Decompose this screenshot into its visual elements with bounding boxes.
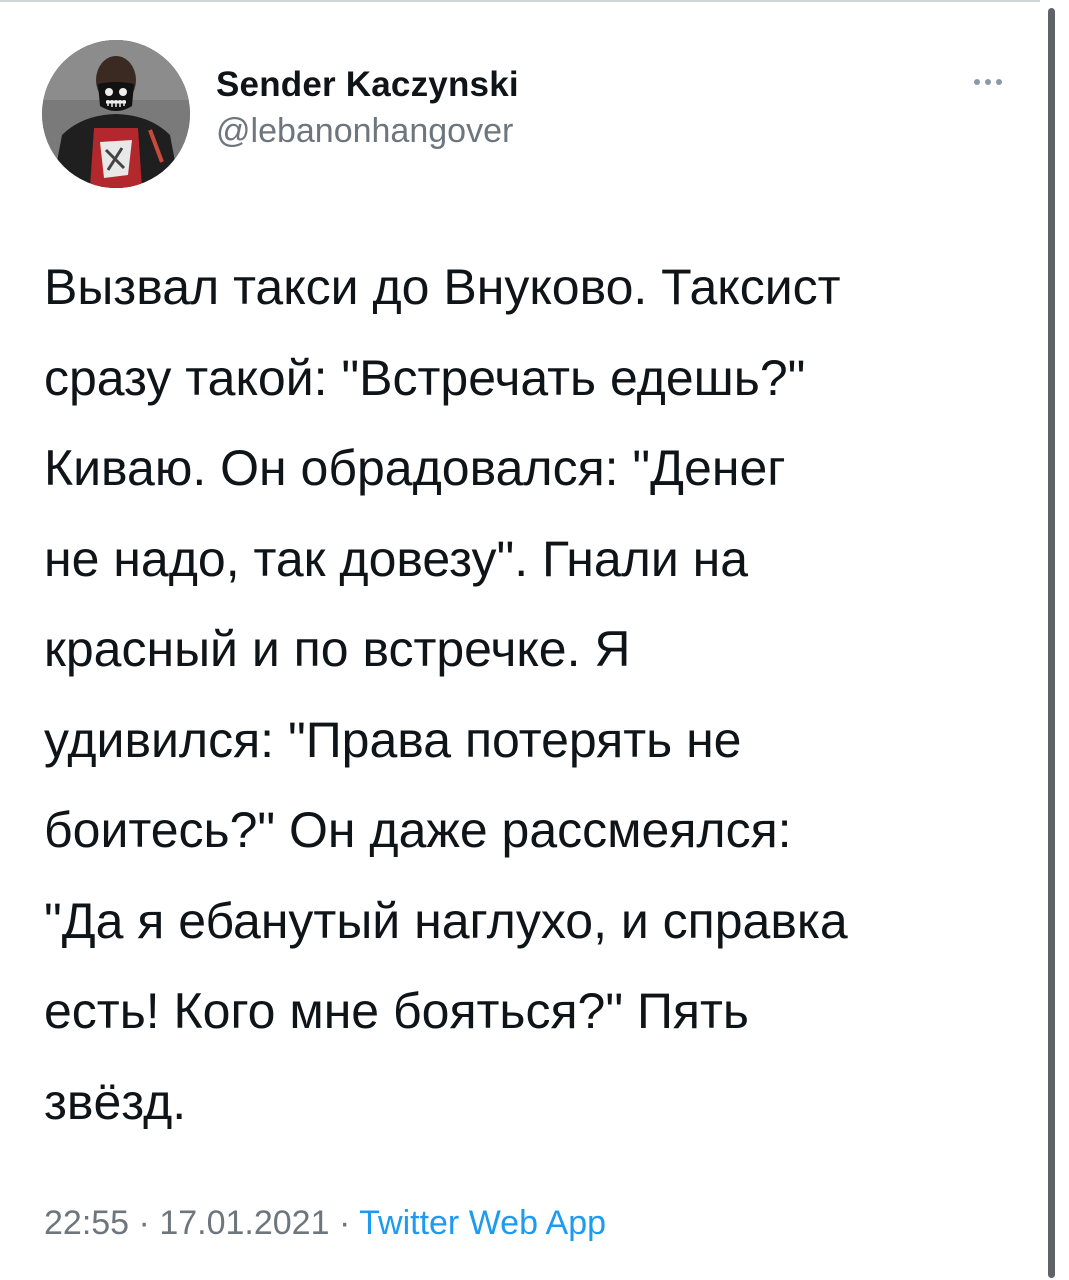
user-handle[interactable]: @lebanonhangover bbox=[216, 110, 519, 152]
more-horizontal-icon bbox=[985, 79, 991, 85]
avatar[interactable] bbox=[42, 40, 190, 188]
scrollbar[interactable] bbox=[1048, 8, 1055, 1278]
meta-separator: · bbox=[138, 1204, 150, 1242]
avatar-image bbox=[42, 40, 190, 188]
more-options-button[interactable] bbox=[964, 72, 1012, 92]
more-horizontal-icon bbox=[996, 79, 1002, 85]
top-divider bbox=[0, 0, 1040, 2]
tweet-text: Вызвал такси до Внуково. Таксист сразу т… bbox=[44, 259, 848, 1130]
display-name[interactable]: Sender Kaczynski bbox=[216, 60, 519, 110]
meta-separator: · bbox=[338, 1204, 351, 1242]
tweet-time[interactable]: 22:55 bbox=[44, 1204, 129, 1242]
tweet-metadata: 22:55 · 17.01.2021 · Twitter Web App bbox=[44, 1195, 606, 1251]
tweet-date[interactable]: 17.01.2021 bbox=[159, 1204, 329, 1242]
more-horizontal-icon bbox=[974, 79, 980, 85]
tweet-header: Sender Kaczynski @lebanonhangover bbox=[42, 40, 1032, 188]
tweet-source-link[interactable]: Twitter Web App bbox=[359, 1204, 606, 1242]
user-info: Sender Kaczynski @lebanonhangover bbox=[216, 60, 519, 152]
